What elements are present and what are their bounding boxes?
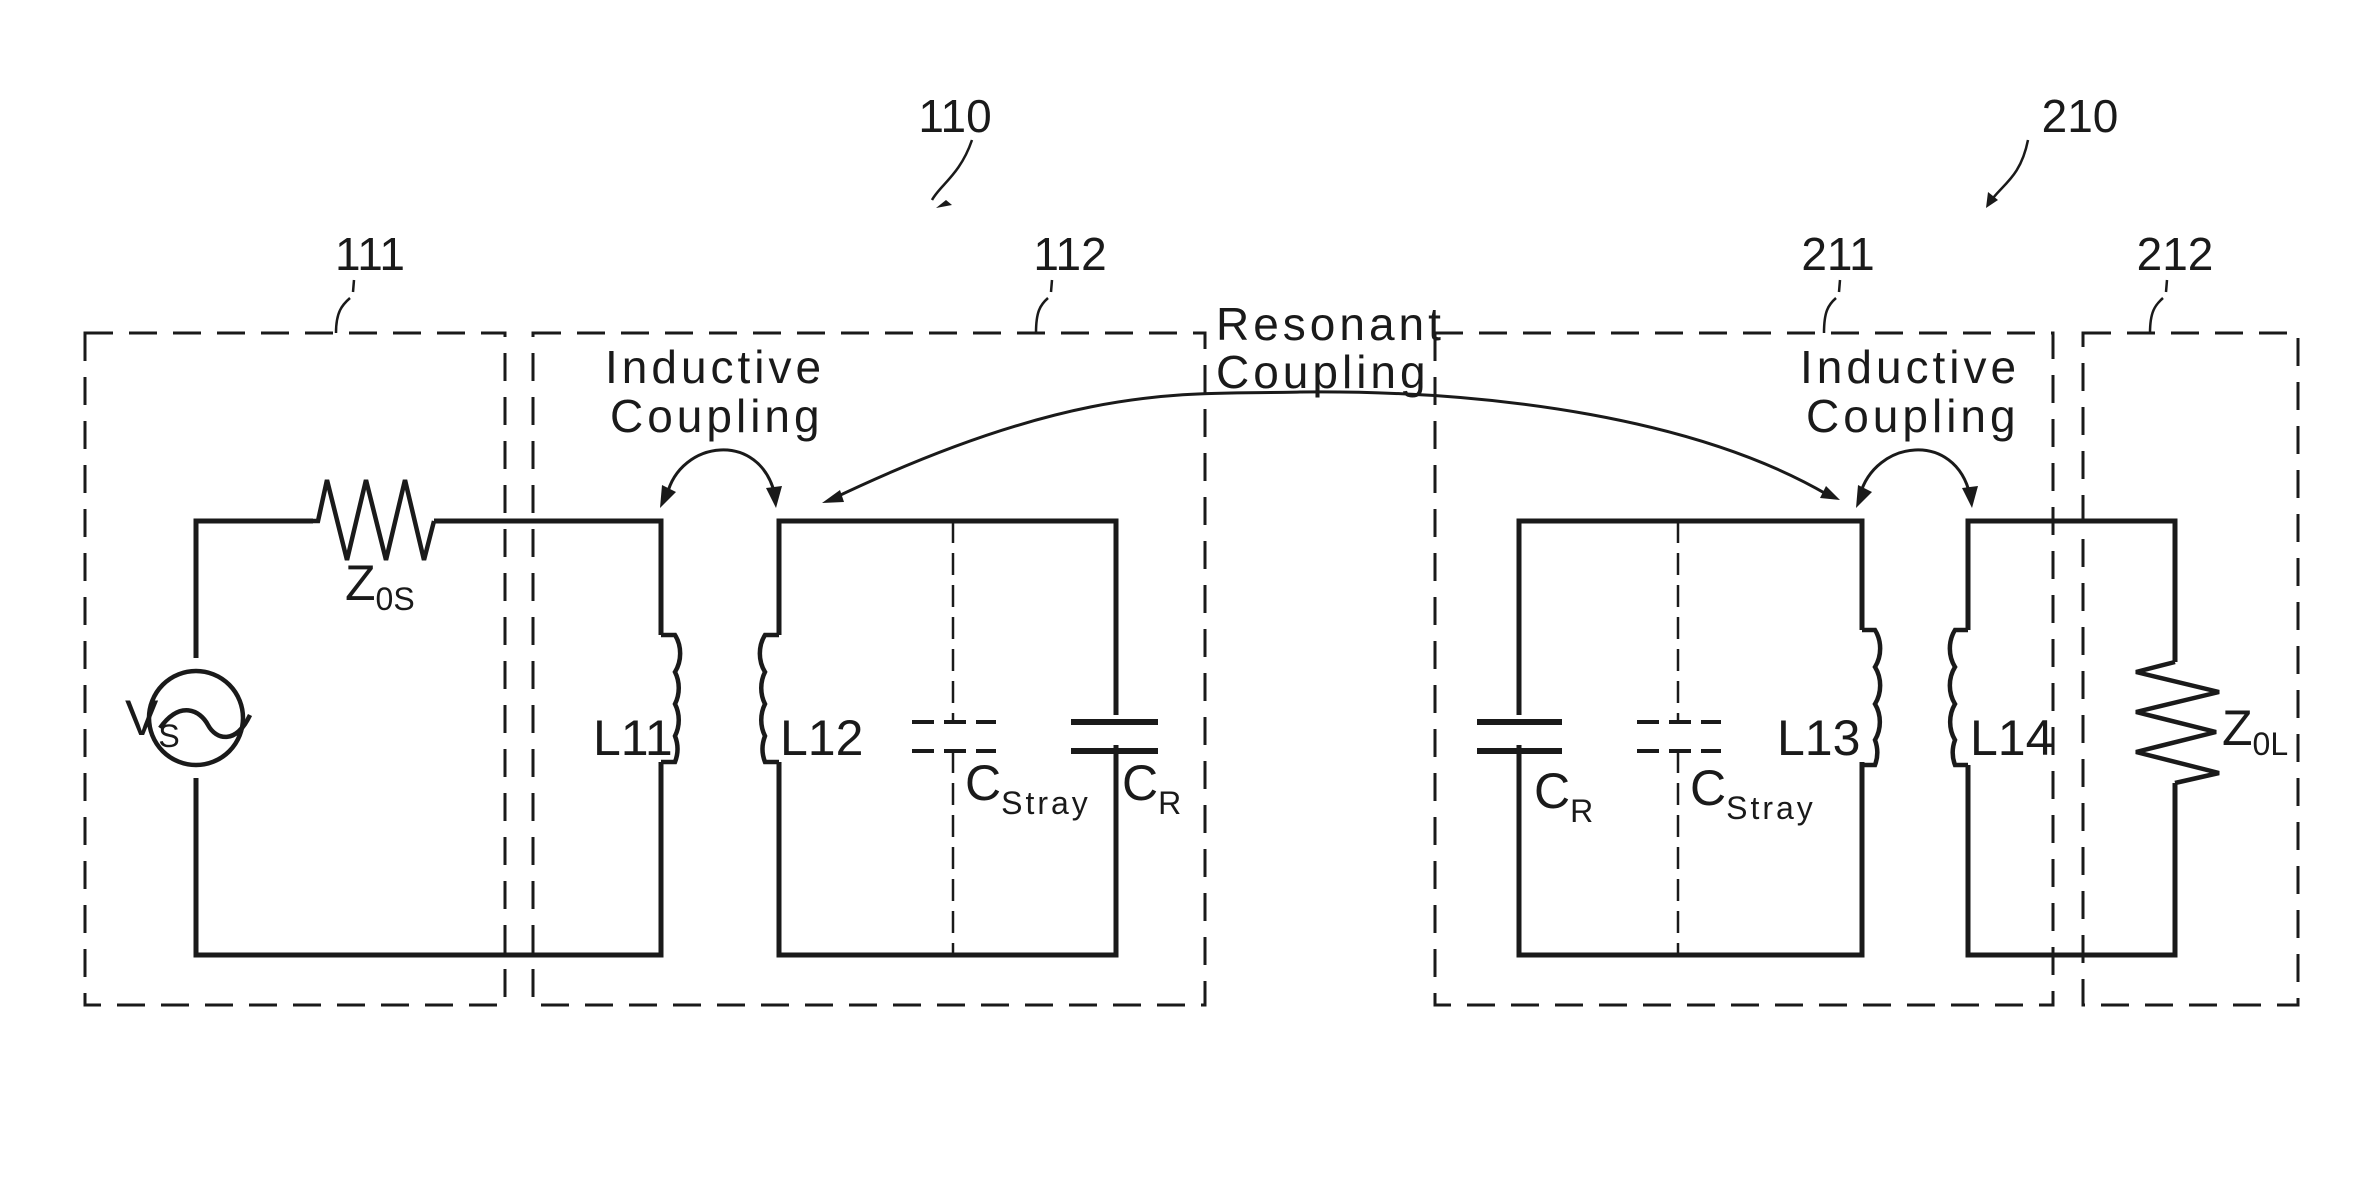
z0s-label: Z0S: [345, 555, 415, 617]
cstray-main: C: [1690, 760, 1726, 816]
ref-210-leader: [1986, 139, 2030, 206]
ref-211: 211: [1801, 228, 1874, 280]
arrowhead-right: [766, 486, 782, 508]
z0l-sub: 0L: [2253, 726, 2289, 762]
resistor-z0l: [2135, 659, 2220, 786]
resonant-coupling-line2: Coupling: [1216, 346, 1430, 398]
cr-sub: R: [1570, 793, 1593, 829]
rx-cstray-label: CStray: [1690, 760, 1816, 826]
arrowhead-left: [1856, 485, 1872, 508]
ref-210-group: 210: [1986, 90, 2118, 208]
ref-212-leader: [2148, 279, 2169, 334]
inductive-coupling-tx-arrow: [660, 448, 782, 508]
ref-110: 110: [918, 90, 991, 142]
vs-sub: S: [158, 718, 179, 754]
ref-110-group: 110: [918, 90, 992, 208]
z0s-sub: 0S: [376, 581, 415, 617]
circuit-diagram: 110 210 111 112 211 212 Inductive Coupli…: [83, 90, 2300, 1007]
wire: [1965, 518, 2178, 662]
wire: [193, 518, 313, 658]
vs-main: V: [125, 690, 159, 746]
ref-112: 112: [1033, 228, 1106, 280]
inductive-coupling-tx-line1: Inductive: [605, 341, 825, 393]
l13-label: L13: [1777, 710, 1860, 766]
resistor-z0s: [313, 479, 437, 561]
l11-label: L11: [593, 710, 673, 766]
cr-main: C: [1534, 763, 1570, 819]
resonant-coupling-arrow: [822, 390, 1840, 503]
ref-110-leader: [930, 139, 974, 201]
cstray-sub: Stray: [1001, 785, 1091, 821]
arrowhead-rx: [1820, 486, 1840, 500]
wire: [193, 762, 664, 958]
z0s-main: Z: [345, 555, 376, 611]
ref-110-arrowhead: [936, 200, 952, 208]
wire: [1516, 518, 1865, 715]
ref-111-leader: [334, 279, 356, 334]
wire: [776, 745, 1119, 958]
inductive-coupling-rx-line1: Inductive: [1800, 341, 2020, 393]
cstray-sub: Stray: [1726, 790, 1816, 826]
z0l-label: Z0L: [2222, 700, 2288, 762]
wire: [434, 518, 664, 635]
inductor-l13: [1862, 627, 1883, 768]
block-212-boundary: [2081, 331, 2300, 1007]
rx-cr-label: CR: [1534, 763, 1593, 829]
inductive-coupling-rx-arrow: [1856, 448, 1978, 508]
l12-label: L12: [780, 710, 863, 766]
wire: [776, 518, 1119, 715]
arrowhead-tx: [822, 490, 844, 503]
z0l-main: Z: [2222, 700, 2253, 756]
ref-212: 212: [2137, 228, 2214, 280]
inductor-l14: [1947, 627, 1968, 768]
block-111-boundary: [83, 331, 507, 1007]
cr-main: C: [1122, 755, 1158, 811]
arrowhead-right: [1962, 486, 1978, 508]
arrowhead-left: [660, 485, 676, 508]
inductor-l12: [757, 632, 779, 765]
wire: [1965, 765, 2178, 958]
tx-cr-label: CR: [1122, 755, 1181, 821]
ref-111: 111: [335, 228, 405, 280]
ref-112-leader: [1034, 279, 1054, 334]
vs-label: VS: [125, 690, 180, 754]
l14-label: L14: [1970, 710, 2053, 766]
ref-210: 210: [2042, 90, 2119, 142]
resonant-coupling-line1: Resonant: [1216, 298, 1445, 350]
cr-sub: R: [1158, 785, 1181, 821]
inductive-coupling-rx-line2: Coupling: [1806, 390, 2020, 442]
tx-cstray-label: CStray: [965, 755, 1091, 821]
inductive-coupling-tx-line2: Coupling: [610, 390, 824, 442]
cstray-main: C: [965, 755, 1001, 811]
ref-211-leader: [1822, 279, 1842, 334]
